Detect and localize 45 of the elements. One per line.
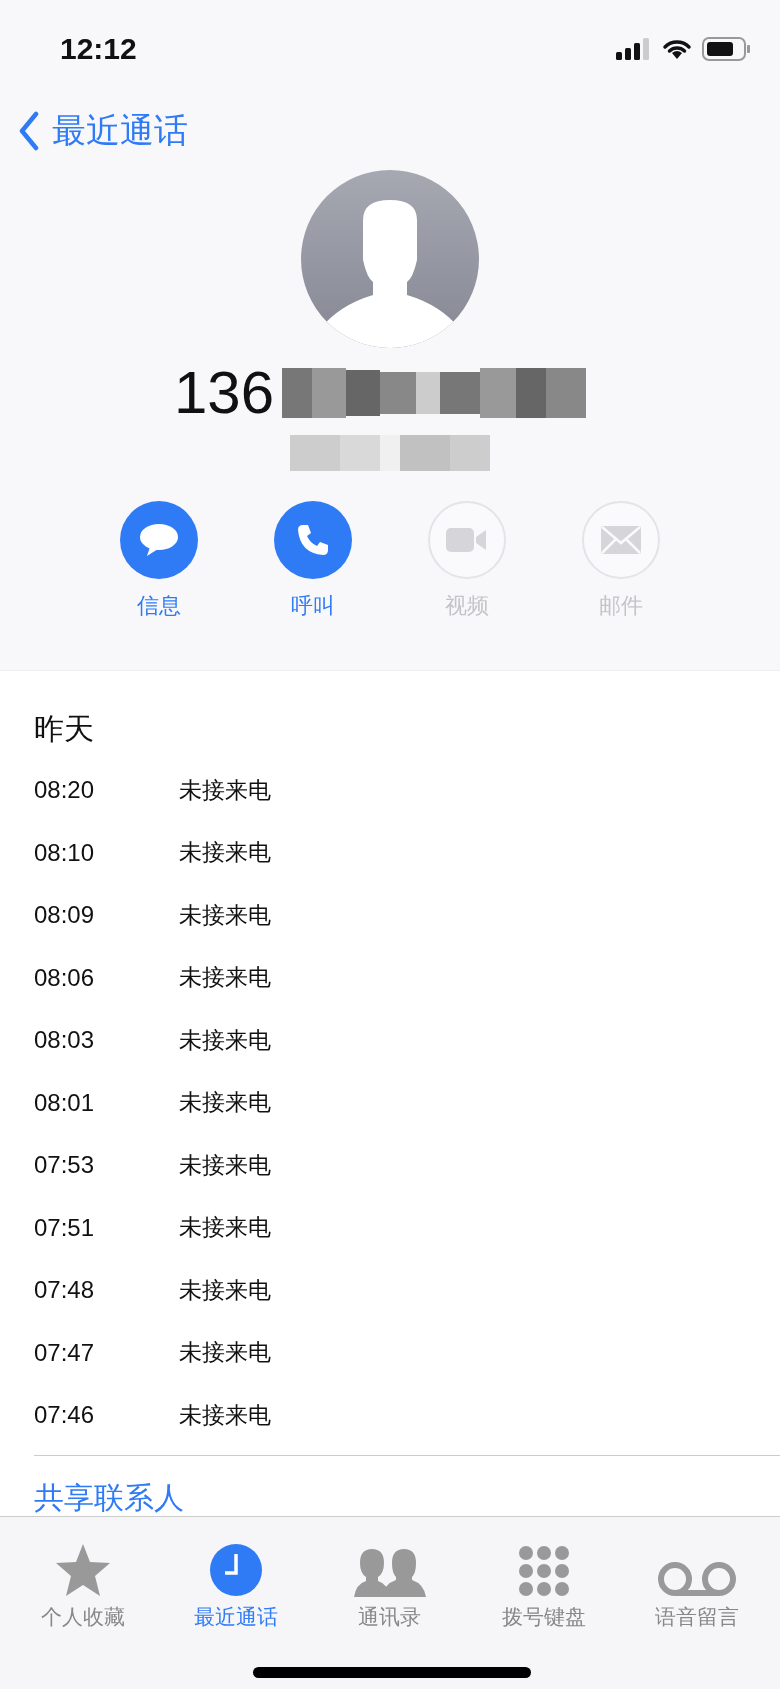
avatar-silhouette-icon <box>301 170 479 348</box>
status-time: 12:12 <box>60 32 137 66</box>
people-icon <box>354 1547 426 1597</box>
signal-icon <box>616 38 652 60</box>
call-time: 07:48 <box>34 1276 96 1305</box>
call-time: 07:51 <box>34 1213 96 1242</box>
call-time: 08:06 <box>34 963 96 992</box>
tab-item[interactable]: 拨号键盘 <box>478 1525 609 1635</box>
call-type: 未接来电 <box>179 1400 271 1430</box>
call-type: 未接来电 <box>179 1150 271 1180</box>
phone-icon <box>295 522 331 558</box>
call-type: 未接来电 <box>179 963 271 993</box>
chevron-left-icon <box>18 111 40 151</box>
voicemail-icon <box>657 1561 738 1597</box>
tab-item[interactable]: 语音留言 <box>632 1525 763 1635</box>
call-time: 07:47 <box>34 1338 96 1367</box>
share-contact-link[interactable]: 共享联系人 <box>34 1477 184 1519</box>
video-camera-icon <box>446 527 488 553</box>
tab-item[interactable]: 通讯录 <box>325 1525 455 1635</box>
call-time: 07:46 <box>34 1401 96 1430</box>
call-time: 08:09 <box>34 901 96 930</box>
battery-icon <box>702 37 750 61</box>
keypad-icon <box>517 1545 570 1597</box>
call-type: 未接来电 <box>179 1213 271 1243</box>
call-type: 未接来电 <box>179 1275 271 1305</box>
tab-item[interactable]: 个人收藏 <box>17 1525 148 1635</box>
call-type: 未接来电 <box>179 1025 271 1055</box>
day-heading: 昨天 <box>34 710 95 748</box>
call-time: 08:10 <box>34 838 96 867</box>
envelope-icon <box>601 526 641 554</box>
call-time: 08:03 <box>34 1026 96 1055</box>
call-type: 未接来电 <box>179 900 271 930</box>
call-type: 未接来电 <box>179 838 271 868</box>
back-button[interactable]: 最近通话 <box>18 108 188 154</box>
call-type: 未接来电 <box>179 1088 271 1118</box>
call-time: 08:20 <box>34 776 96 805</box>
call-type: 未接来电 <box>179 775 271 805</box>
tab-item[interactable]: 最近通话 <box>171 1525 302 1635</box>
wifi-icon <box>662 38 692 60</box>
phone-number: 136 <box>173 358 275 427</box>
clock-icon <box>209 1543 264 1597</box>
call-time: 07:53 <box>34 1151 96 1180</box>
speech-bubble-icon <box>138 522 180 558</box>
call-type: 未接来电 <box>179 1338 271 1368</box>
call-time: 08:01 <box>34 1088 96 1117</box>
